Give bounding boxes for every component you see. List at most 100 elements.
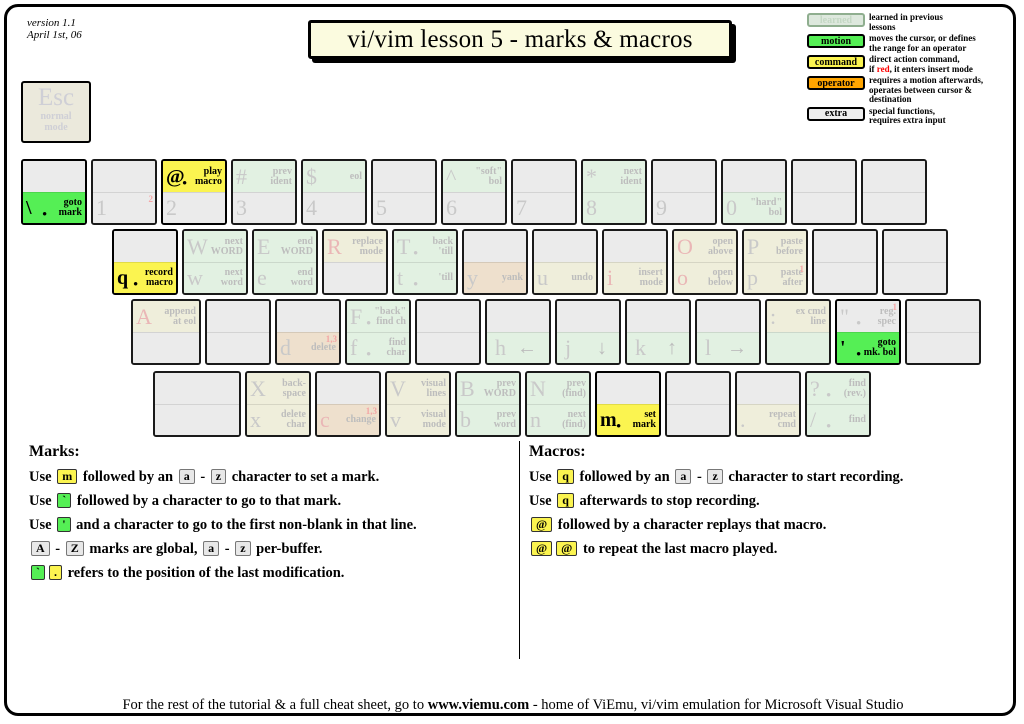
key-row-number-0[interactable]: \ • goto mark xyxy=(21,159,87,225)
key-row-qwerty-9[interactable]: Ppaste before p paste after 1 xyxy=(742,229,808,295)
key-row-qwerty-7-bot: i insert mode xyxy=(604,262,666,293)
key-label: delete xyxy=(311,342,336,353)
key-row-home-7[interactable]: k ↑ xyxy=(625,299,691,365)
key-row-qwerty-8-top: Oopen above xyxy=(674,231,736,262)
key-row-bottom-7-top xyxy=(667,373,729,404)
key-row-qwerty-1-bot: w next word xyxy=(184,262,246,293)
marks-line-2: Use ` followed by a character to go to t… xyxy=(29,493,342,509)
key-row-number-3-top: # prev ident xyxy=(233,161,295,192)
inline-key-.: . xyxy=(49,565,62,580)
key-row-home-9[interactable]: : ex cmd line xyxy=(765,299,831,365)
key-row-number-9[interactable]: 9 xyxy=(651,159,717,225)
key-row-number-7[interactable]: 7 xyxy=(511,159,577,225)
key-row-home-5-bot: h ← xyxy=(487,332,549,363)
inline-key-m: m xyxy=(57,469,78,484)
key-row-home-2[interactable]: d delete 1,3 xyxy=(275,299,341,365)
macros-line-4: @ @ to repeat the last macro played. xyxy=(529,537,1009,561)
key-row-number-10-top xyxy=(723,161,785,192)
key-row-bottom-7[interactable] xyxy=(665,371,731,437)
key-row-qwerty-10[interactable] xyxy=(812,229,878,295)
key-row-home-4[interactable] xyxy=(415,299,481,365)
key-row-bottom-1[interactable]: Xback-space x delete char xyxy=(245,371,311,437)
key-glyph: f xyxy=(350,335,358,360)
key-row-qwerty-8[interactable]: Oopen above o open below xyxy=(672,229,738,295)
key-label: change xyxy=(346,414,376,425)
key-label: repeat cmd xyxy=(768,409,796,430)
key-row-home-0[interactable]: Aappend at eol xyxy=(131,299,201,365)
key-row-home-10[interactable]: " • reg. spec 1 ' • goto mk. bol xyxy=(835,299,901,365)
key-row-number-1[interactable]: 12 xyxy=(91,159,157,225)
key-row-home-10-bot: ' • goto mk. bol xyxy=(837,332,899,363)
key-row-bottom-4-bot: b prev word xyxy=(457,404,519,435)
key-row-qwerty-3[interactable]: Rreplace mode xyxy=(322,229,388,295)
key-row-home-11[interactable] xyxy=(905,299,981,365)
key-row-number-6[interactable]: ^ "soft" bol 6 xyxy=(441,159,507,225)
key-glyph: w xyxy=(187,265,203,290)
key-glyph: n xyxy=(530,407,541,432)
key-row-home-6[interactable]: j ↓ xyxy=(555,299,621,365)
key-glyph: v xyxy=(390,407,401,432)
key-row-home-9-bot xyxy=(767,332,829,363)
key-row-qwerty-5[interactable]: y yank xyxy=(462,229,528,295)
key-row-number-1-bot: 12 xyxy=(93,192,155,223)
key-glyph: 6 xyxy=(446,195,457,220)
key-glyph: R xyxy=(327,233,342,259)
macros-line-3: @ followed by a character replays that m… xyxy=(529,513,1009,537)
key-glyph: ? xyxy=(810,375,820,401)
key-label: end WORD xyxy=(280,235,313,257)
key-dot-icon: • xyxy=(856,315,862,332)
key-row-bottom-3[interactable]: Vvisual lines v visual mode xyxy=(385,371,451,437)
key-row-number-5[interactable]: 5 xyxy=(371,159,437,225)
key-row-number-4[interactable]: $ eol 4 xyxy=(301,159,367,225)
key-glyph: 4 xyxy=(306,195,317,220)
key-glyph: p xyxy=(747,265,758,290)
key-glyph: h xyxy=(495,335,506,360)
key-label: prev (find) xyxy=(562,377,586,399)
key-row-number-2[interactable]: @ • play macro 2 xyxy=(161,159,227,225)
key-row-qwerty-11[interactable] xyxy=(882,229,948,295)
macros-line-2: Use q afterwards to stop recording. xyxy=(529,493,760,509)
key-row-home-1[interactable] xyxy=(205,299,271,365)
key-row-qwerty-6-top xyxy=(534,231,596,262)
macros-line-1: Use q followed by an a - z character to … xyxy=(529,469,904,485)
key-glyph: b xyxy=(460,407,471,432)
key-superscript: 2 xyxy=(148,194,154,204)
key-label: goto mark xyxy=(58,197,82,218)
footer-site-link[interactable]: www.viemu.com xyxy=(428,697,530,713)
key-label: visual mode xyxy=(420,409,446,430)
key-row-qwerty-0[interactable]: q • record macro xyxy=(112,229,178,295)
key-row-qwerty-4[interactable]: T • back'till t •'till xyxy=(392,229,458,295)
key-row-number-3[interactable]: # prev ident 3 xyxy=(231,159,297,225)
key-row-number-10[interactable]: 0 "hard" bol xyxy=(721,159,787,225)
key-row-number-8-top: * next ident xyxy=(583,161,645,192)
key-row-qwerty-6[interactable]: u undo xyxy=(532,229,598,295)
key-row-bottom-5-top: Nprev (find) xyxy=(527,373,589,404)
key-row-bottom-6[interactable]: m • set mark xyxy=(595,371,661,437)
key-row-home-3[interactable]: F • "back" find ch f • find char xyxy=(345,299,411,365)
key-row-bottom-2[interactable]: c change 1,3 xyxy=(315,371,381,437)
key-row-qwerty-1[interactable]: Wnext WORD w next word xyxy=(182,229,248,295)
key-row-qwerty-7-top xyxy=(604,231,666,262)
key-row-qwerty-2[interactable]: Eend WORD e end word xyxy=(252,229,318,295)
key-row-bottom-1-bot: x delete char xyxy=(247,404,309,435)
key-glyph: T xyxy=(397,233,411,259)
key-glyph: 2 xyxy=(166,195,177,220)
key-row-qwerty-8-bot: o open below xyxy=(674,262,736,293)
key-row-bottom-8[interactable]: . repeat cmd xyxy=(735,371,801,437)
key-row-qwerty-7[interactable]: i insert mode xyxy=(602,229,668,295)
key-row-qwerty-11-bot xyxy=(884,262,946,293)
key-row-home-5[interactable]: h ← xyxy=(485,299,551,365)
key-row-number-11[interactable] xyxy=(791,159,857,225)
key-row-bottom-6-bot: m • set mark xyxy=(597,404,659,435)
key-label: ex cmd line xyxy=(795,305,826,327)
key-row-number-0-top xyxy=(23,161,85,192)
key-row-home-8[interactable]: l → xyxy=(695,299,761,365)
key-row-bottom-5[interactable]: Nprev (find) n next (find) xyxy=(525,371,591,437)
key-row-bottom-9[interactable]: ? • find (rev.) / • find xyxy=(805,371,871,437)
key-row-bottom-0-top xyxy=(155,373,239,404)
key-row-number-12[interactable] xyxy=(861,159,927,225)
key-row-number-8[interactable]: * next ident 8 xyxy=(581,159,647,225)
key-row-bottom-4[interactable]: Bprev WORD b prev word xyxy=(455,371,521,437)
key-row-bottom-0[interactable] xyxy=(153,371,241,437)
key-row-bottom-3-top: Vvisual lines xyxy=(387,373,449,404)
